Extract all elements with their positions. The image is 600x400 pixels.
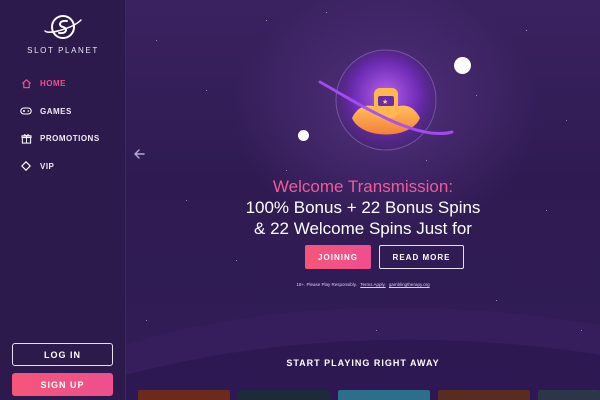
slot-machine-globe-icon: ★ bbox=[318, 49, 454, 151]
brand-name: SLOT PLANET bbox=[27, 46, 99, 55]
responsible-gambling-notice: 18+. Please Play Responsibly. Terms Appl… bbox=[126, 282, 600, 287]
gift-icon bbox=[20, 133, 32, 145]
background-wave bbox=[126, 307, 600, 400]
sidebar-item-label: VIP bbox=[40, 161, 55, 171]
terms-link[interactable]: Terms Apply. bbox=[360, 282, 385, 287]
game-tiles-row bbox=[138, 390, 600, 400]
carousel-prev-icon[interactable] bbox=[133, 148, 145, 160]
main-nav: HOME GAMES PROMOTIONS VIP bbox=[0, 70, 126, 180]
diamond-icon bbox=[20, 160, 32, 172]
hero-section: ★ Welcome Transmission: 100% Bonus + 22 … bbox=[126, 0, 600, 400]
sidebar-item-promotions[interactable]: PROMOTIONS bbox=[0, 125, 126, 153]
brand-logo[interactable]: SLOT PLANET bbox=[0, 12, 126, 55]
home-icon bbox=[20, 78, 32, 90]
white-planet-small bbox=[298, 130, 309, 141]
headline-line-3: & 22 Welcome Spins Just for bbox=[254, 219, 472, 238]
joining-button[interactable]: JOINING bbox=[305, 245, 371, 269]
sidebar-item-games[interactable]: GAMES bbox=[0, 98, 126, 126]
game-tile[interactable] bbox=[538, 390, 600, 400]
read-more-button[interactable]: READ MORE bbox=[379, 245, 464, 269]
sidebar-item-label: GAMES bbox=[40, 106, 72, 116]
sidebar-item-vip[interactable]: VIP bbox=[0, 153, 126, 181]
section-title: START PLAYING RIGHT AWAY bbox=[286, 358, 440, 368]
hero-headline: Welcome Transmission: 100% Bonus + 22 Bo… bbox=[126, 176, 600, 239]
white-planet-large bbox=[454, 57, 471, 74]
sidebar-item-label: HOME bbox=[40, 79, 66, 89]
sidebar: SLOT PLANET HOME GAMES PROMOTIONS VIP LO… bbox=[0, 0, 126, 400]
game-tile[interactable] bbox=[138, 390, 230, 400]
headline-line-1: Welcome Transmission: bbox=[272, 177, 454, 196]
game-tile[interactable] bbox=[338, 390, 430, 400]
gambling-therapy-link[interactable]: gamblingtherapy.org bbox=[389, 282, 430, 287]
planet-logo-icon bbox=[44, 15, 82, 39]
headline-line-2: 100% Bonus + 22 Bonus Spins bbox=[245, 198, 481, 217]
game-tile[interactable] bbox=[438, 390, 530, 400]
svg-text:★: ★ bbox=[382, 98, 388, 106]
disclaimer-text: 18+. Please Play Responsibly. bbox=[296, 282, 357, 287]
game-tile[interactable] bbox=[238, 390, 330, 400]
gamepad-icon bbox=[20, 105, 32, 117]
sidebar-item-label: PROMOTIONS bbox=[40, 134, 100, 144]
sidebar-item-home[interactable]: HOME bbox=[0, 70, 126, 98]
signup-button[interactable]: SIGN UP bbox=[12, 373, 113, 396]
login-button[interactable]: LOG IN bbox=[12, 343, 113, 366]
